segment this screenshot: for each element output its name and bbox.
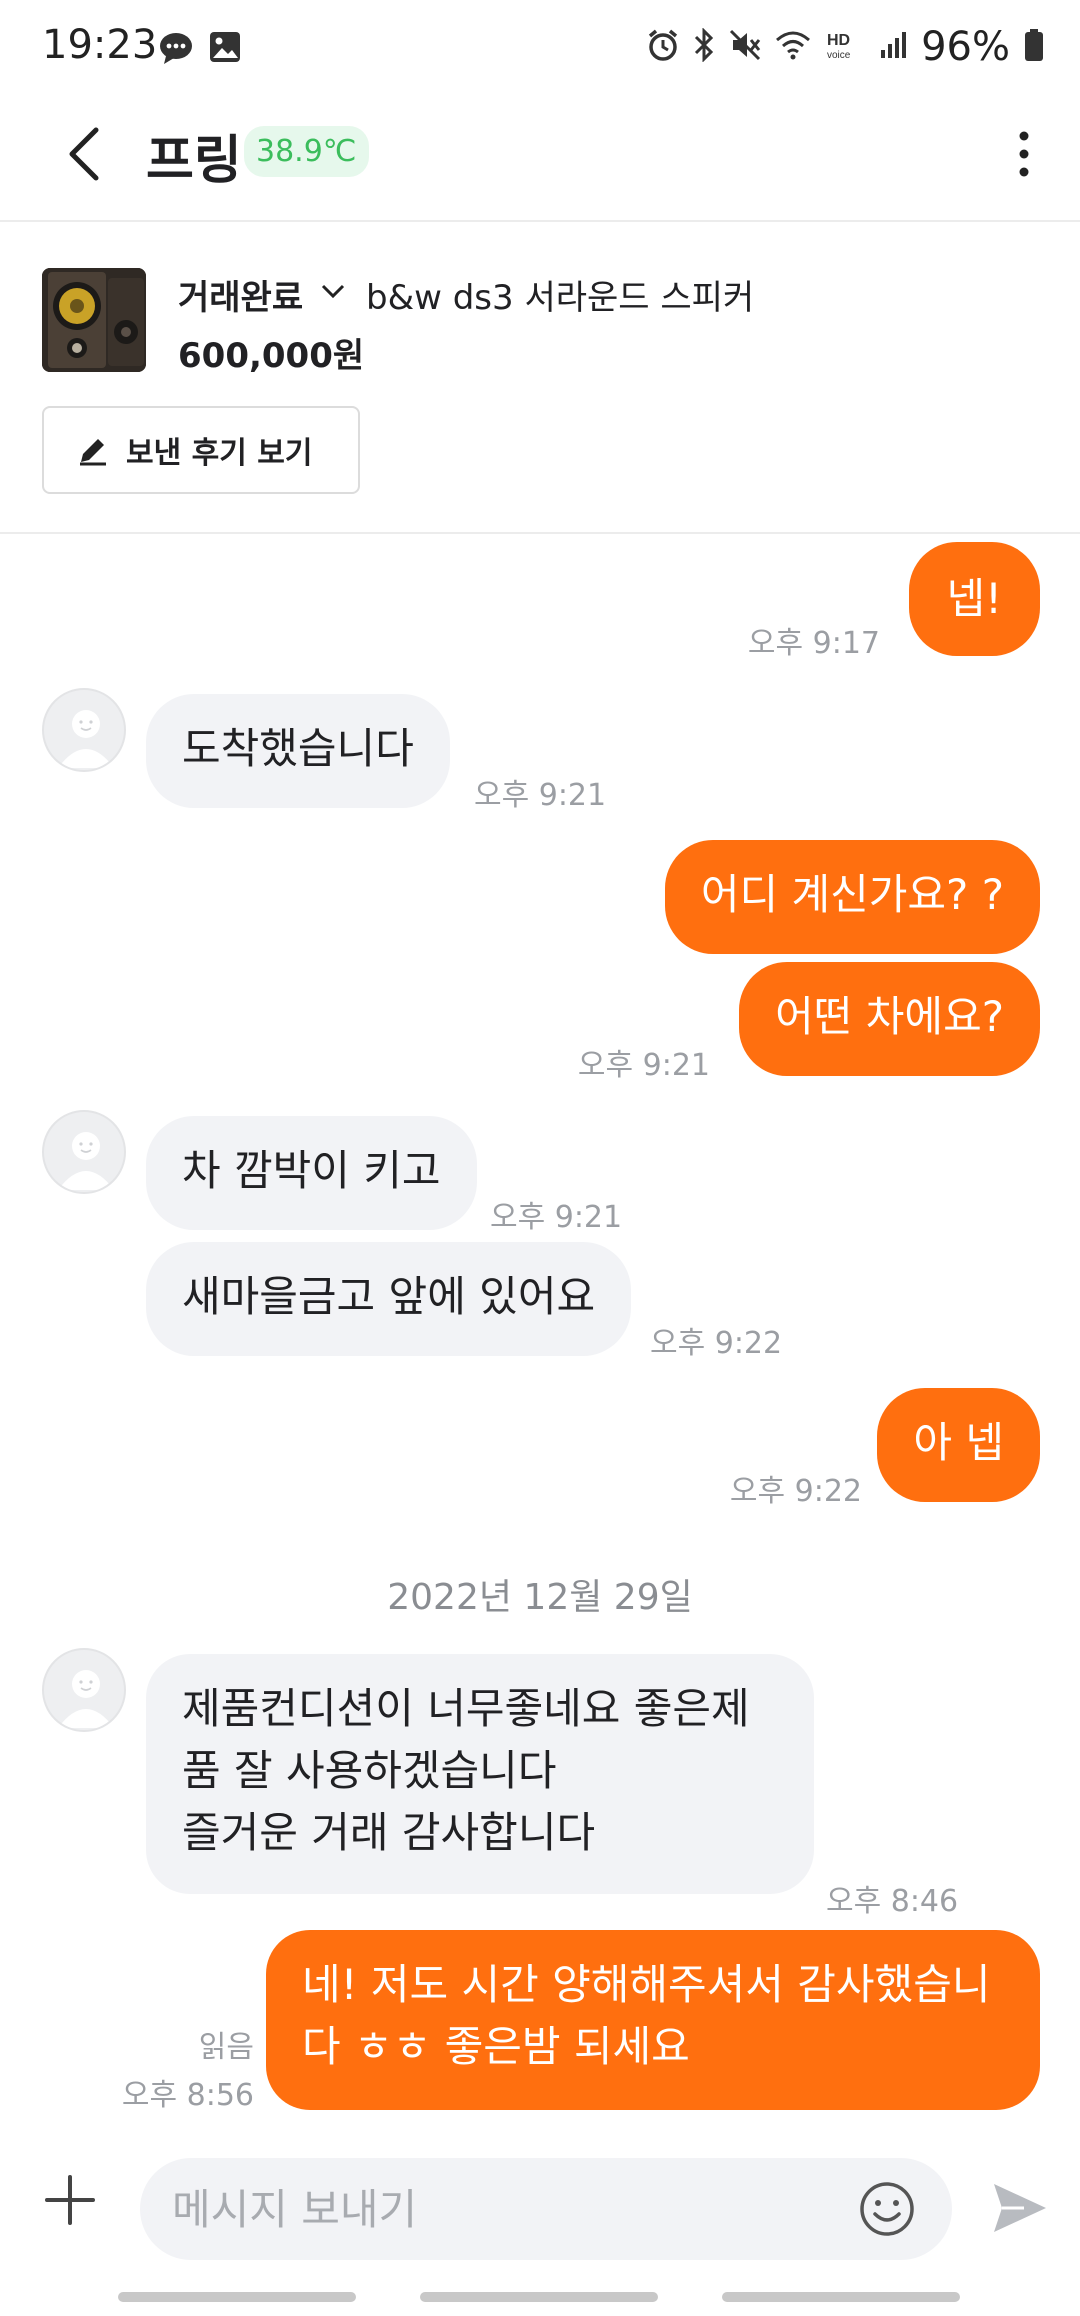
battery-icon <box>1024 28 1044 66</box>
more-vertical-icon <box>1019 131 1029 177</box>
battery-level: 96% <box>921 24 1010 70</box>
chevron-left-icon <box>69 127 99 181</box>
outgoing-message[interactable]: 어떤 차에요? <box>739 962 1040 1076</box>
message-time: 오후 9:21 <box>474 778 607 813</box>
message-notification-icon <box>158 30 194 70</box>
message-time: 오후 9:21 <box>490 1200 623 1235</box>
status-time: 19:23 <box>42 22 158 68</box>
incoming-message[interactable]: 제품컨디션이 너무좋네요 좋은제 품 잘 사용하겠습니다 즐거운 거래 감사합니… <box>146 1654 814 1894</box>
incoming-message[interactable]: 새마을금고 앞에 있어요 <box>146 1242 632 1356</box>
chevron-down-icon[interactable] <box>318 276 348 306</box>
wifi-icon <box>775 30 811 64</box>
product-title: b&w ds3 서라운드 스피커 <box>366 278 755 318</box>
message-time: 오후 8:56 <box>121 2078 254 2113</box>
back-button[interactable] <box>48 118 120 190</box>
alarm-icon <box>647 28 679 66</box>
bluetooth-icon <box>693 27 715 66</box>
product-thumbnail[interactable] <box>42 268 146 372</box>
pencil-icon <box>80 439 106 466</box>
nav-home-button[interactable] <box>420 2292 658 2302</box>
outgoing-message[interactable]: 어디 계신가요? ? <box>664 840 1040 954</box>
notification-icons <box>158 30 242 70</box>
system-status-icons: HD voice 96% <box>647 24 1044 70</box>
more-options-button[interactable] <box>994 118 1054 190</box>
gallery-notification-icon <box>208 30 242 70</box>
smile-icon <box>860 2182 914 2236</box>
send-icon <box>994 2184 1046 2232</box>
svg-text:HD: HD <box>827 32 850 49</box>
product-price: 600,000원 <box>178 336 365 376</box>
product-summary[interactable]: 거래완료 b&w ds3 서라운드 스피커 600,000원 보낸 후기 보기 <box>0 222 1080 534</box>
avatar[interactable] <box>42 1110 126 1194</box>
user-nickname[interactable]: 프링 <box>146 118 242 193</box>
chat-header: 프링 38.9℃ <box>0 96 1080 222</box>
incoming-message[interactable]: 도착했습니다 <box>146 694 450 808</box>
manner-temperature-badge: 38.9℃ <box>244 126 369 177</box>
read-receipt: 읽음 <box>198 2030 254 2065</box>
system-navigation-bar <box>0 2284 1080 2316</box>
view-sent-review-button[interactable]: 보낸 후기 보기 <box>42 406 360 494</box>
outgoing-message[interactable]: 아 넵 <box>877 1388 1040 1502</box>
mute-icon <box>729 29 761 65</box>
trade-status[interactable]: 거래완료 <box>178 270 303 319</box>
message-input[interactable] <box>140 2158 952 2260</box>
hd-voice-icon: HD voice <box>825 29 865 65</box>
message-time: 오후 9:22 <box>650 1326 783 1361</box>
plus-icon <box>45 2175 95 2225</box>
message-time: 오후 9:22 <box>729 1474 862 1509</box>
svg-text:voice: voice <box>827 50 851 61</box>
outgoing-message[interactable]: 네! 저도 시간 양해해주셔서 감사했습니 다 ㅎㅎ 좋은밤 되세요 <box>266 1930 1040 2110</box>
view-sent-review-label: 보낸 후기 보기 <box>126 436 313 471</box>
message-composer <box>0 2134 1080 2284</box>
message-time: 오후 9:17 <box>747 626 880 661</box>
nav-recents-button[interactable] <box>118 2292 356 2302</box>
message-time: 오후 9:21 <box>577 1048 710 1083</box>
date-divider: 2022년 12월 29일 <box>387 1577 693 1618</box>
attach-button[interactable] <box>34 2164 106 2236</box>
outgoing-message[interactable]: 넵! <box>908 542 1040 656</box>
avatar[interactable] <box>42 1648 126 1732</box>
emoji-button[interactable] <box>852 2174 922 2244</box>
chat-messages[interactable]: 넵! 오후 9:17 도착했습니다 오후 9:21 어디 계신가요? ? 어떤 … <box>0 534 1080 2134</box>
signal-icon <box>879 30 907 64</box>
send-button[interactable] <box>984 2172 1056 2244</box>
status-bar: 19:23 HD voice 96% <box>0 0 1080 96</box>
avatar[interactable] <box>42 688 126 772</box>
message-time: 오후 8:46 <box>826 1884 959 1919</box>
nav-back-button[interactable] <box>722 2292 960 2302</box>
incoming-message[interactable]: 차 깜박이 키고 <box>146 1116 477 1230</box>
